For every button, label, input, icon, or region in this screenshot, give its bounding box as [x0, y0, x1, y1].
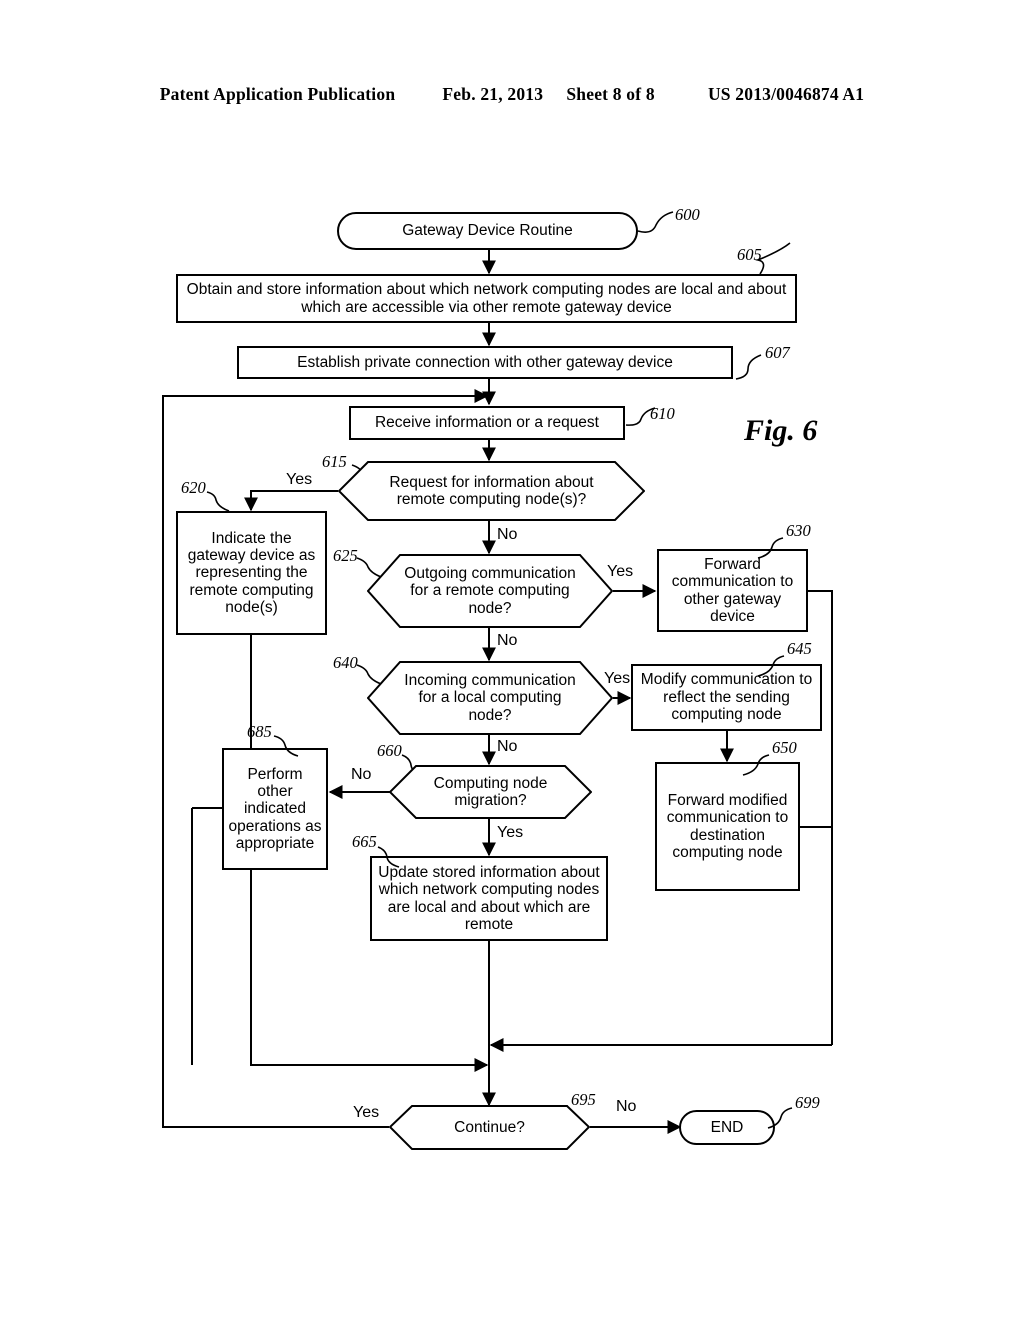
node-660-label: Computing node migration? [433, 774, 548, 809]
node-685-label: Perform other indicated operations as ap… [228, 765, 322, 853]
edge-label-660-yes: Yes [497, 824, 524, 841]
node-650-label: Forward modified communication to destin… [666, 791, 789, 861]
node-update-stored-information[interactable]: Update stored information about which ne… [370, 856, 608, 941]
node-645-label: Modify communication to reflect the send… [640, 671, 813, 724]
ref-625: 625 [333, 546, 358, 565]
node-620-label: Indicate the gateway device as represent… [187, 529, 316, 617]
node-modify-communication[interactable]: Modify communication to reflect the send… [631, 664, 822, 731]
node-607-label: Establish private connection with other … [297, 353, 673, 371]
edge-label-615-no: No [497, 526, 518, 543]
node-receive-information-or-request[interactable]: Receive information or a request [349, 406, 625, 440]
edge-label-615-yes: Yes [286, 471, 313, 488]
ref-605: 605 [737, 245, 762, 264]
ref-650: 650 [772, 738, 797, 757]
node-699-label: END [710, 1118, 744, 1136]
node-request-for-remote-info-decision[interactable]: Request for information about remote com… [338, 461, 645, 521]
edge-label-640-no: No [497, 738, 518, 755]
ref-660: 660 [377, 741, 402, 760]
node-continue-decision[interactable]: Continue? [389, 1105, 590, 1150]
node-establish-private-connection[interactable]: Establish private connection with other … [237, 346, 733, 379]
edge-label-660-no: No [351, 766, 372, 783]
node-perform-other-operations[interactable]: Perform other indicated operations as ap… [222, 748, 328, 870]
edge-label-625-no: No [497, 632, 518, 649]
node-obtain-store-information[interactable]: Obtain and store information about which… [176, 274, 797, 323]
node-outgoing-communication-decision[interactable]: Outgoing communication for a remote comp… [367, 554, 613, 628]
node-indicate-gateway-device[interactable]: Indicate the gateway device as represent… [176, 511, 327, 635]
ref-699: 699 [795, 1093, 820, 1112]
ref-630: 630 [786, 521, 811, 540]
ref-685: 685 [247, 722, 272, 741]
edge-label-695-no: No [616, 1098, 637, 1115]
node-640-label: Incoming communication for a local compu… [404, 671, 576, 724]
edge-label-695-yes: Yes [353, 1104, 380, 1121]
node-625-label: Outgoing communication for a remote comp… [404, 564, 576, 617]
node-forward-modified-communication[interactable]: Forward modified communication to destin… [655, 762, 800, 891]
node-gateway-device-routine[interactable]: Gateway Device Routine [337, 212, 638, 250]
ref-620: 620 [181, 478, 206, 497]
node-incoming-communication-decision[interactable]: Incoming communication for a local compu… [367, 661, 613, 735]
node-695-label: Continue? [454, 1118, 525, 1136]
node-600-label: Gateway Device Routine [402, 222, 573, 240]
ref-607: 607 [765, 343, 790, 362]
node-615-label: Request for information about remote com… [389, 473, 594, 508]
node-610-label: Receive information or a request [374, 414, 599, 432]
node-end[interactable]: END [679, 1110, 775, 1145]
node-605-label: Obtain and store information about which… [186, 281, 787, 316]
ref-640: 640 [333, 653, 358, 672]
ref-645: 645 [787, 639, 812, 658]
node-665-label: Update stored information about which ne… [378, 863, 600, 933]
node-630-label: Forward communication to other gateway d… [671, 555, 794, 625]
ref-610: 610 [650, 404, 675, 423]
node-forward-communication-other-gateway[interactable]: Forward communication to other gateway d… [657, 549, 808, 632]
ref-600: 600 [675, 205, 700, 224]
node-computing-node-migration-decision[interactable]: Computing node migration? [389, 765, 592, 819]
ref-665: 665 [352, 832, 377, 851]
